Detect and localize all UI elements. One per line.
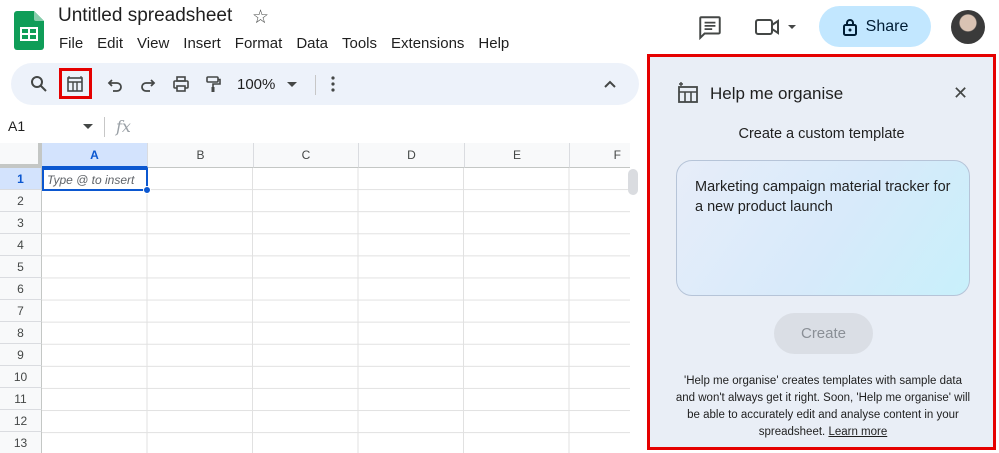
- menu-edit[interactable]: Edit: [90, 33, 130, 54]
- row-header-2[interactable]: 2: [0, 190, 42, 212]
- row-header-11[interactable]: 11: [0, 388, 42, 410]
- fx-icon: fx: [116, 117, 131, 136]
- fill-handle[interactable]: [143, 186, 151, 194]
- column-header-a[interactable]: A: [42, 143, 148, 168]
- menu-file[interactable]: File: [52, 33, 90, 54]
- sheet-grid[interactable]: A B C D E F 1 2 3 4 5 6 7 8 9 10 11 12 1…: [0, 143, 630, 453]
- column-header-d[interactable]: D: [359, 143, 465, 168]
- learn-more-link[interactable]: Learn more: [828, 426, 887, 438]
- row-header-13[interactable]: 13: [0, 432, 42, 453]
- column-header-f[interactable]: F: [570, 143, 630, 168]
- search-icon[interactable]: [27, 63, 51, 105]
- column-header-c[interactable]: C: [254, 143, 359, 168]
- close-icon[interactable]: ✕: [953, 84, 968, 102]
- redo-icon[interactable]: [136, 63, 160, 105]
- paint-format-icon[interactable]: [201, 63, 225, 105]
- share-button[interactable]: Share: [819, 6, 931, 47]
- menu-extensions[interactable]: Extensions: [384, 33, 471, 54]
- menu-help[interactable]: Help: [471, 33, 516, 54]
- prompt-input[interactable]: Marketing campaign material tracker for …: [676, 160, 970, 296]
- sheets-logo-icon[interactable]: [14, 11, 44, 50]
- row-header-6[interactable]: 6: [0, 278, 42, 300]
- row-header-8[interactable]: 8: [0, 322, 42, 344]
- disclaimer-text: 'Help me organise' creates templates wit…: [674, 373, 972, 441]
- row-header-9[interactable]: 9: [0, 344, 42, 366]
- select-all-corner[interactable]: [0, 143, 42, 168]
- highlight-box: [59, 68, 92, 99]
- zoom-value: 100%: [237, 75, 276, 93]
- avatar[interactable]: [951, 10, 985, 44]
- column-header-e[interactable]: E: [465, 143, 570, 168]
- menu-format[interactable]: Format: [228, 33, 290, 54]
- share-label: Share: [865, 17, 909, 35]
- toolbar-divider: [315, 75, 316, 95]
- cell-placeholder: Type @ to insert: [47, 173, 135, 187]
- row-header-12[interactable]: 12: [0, 410, 42, 432]
- row-header-3[interactable]: 3: [0, 212, 42, 234]
- help-me-organise-panel: Help me organise ✕ Create a custom templ…: [647, 54, 996, 450]
- formula-divider: [104, 117, 105, 137]
- zoom-select[interactable]: 100%: [237, 63, 307, 105]
- star-icon[interactable]: ☆: [252, 6, 269, 29]
- doc-title[interactable]: Untitled spreadsheet: [58, 5, 232, 27]
- lock-icon: [842, 18, 857, 36]
- panel-subtitle: Create a custom template: [738, 126, 905, 142]
- comment-icon[interactable]: [697, 14, 723, 41]
- row-header-10[interactable]: 10: [0, 366, 42, 388]
- undo-icon[interactable]: [103, 63, 127, 105]
- row-header-5[interactable]: 5: [0, 256, 42, 278]
- more-options-icon[interactable]: [323, 63, 343, 105]
- menu-bar: File Edit View Insert Format Data Tools …: [52, 33, 516, 54]
- disclaimer-body: 'Help me organise' creates templates wit…: [675, 375, 971, 438]
- create-button[interactable]: Create: [774, 313, 873, 354]
- row-header-1[interactable]: 1: [0, 168, 42, 190]
- row-header-7[interactable]: 7: [0, 300, 42, 322]
- chevron-up-icon[interactable]: [598, 63, 622, 105]
- column-header-b[interactable]: B: [148, 143, 254, 168]
- cell-area[interactable]: [42, 168, 630, 453]
- menu-insert[interactable]: Insert: [176, 33, 228, 54]
- chevron-down-icon: [287, 81, 298, 87]
- menu-data[interactable]: Data: [289, 33, 335, 54]
- video-call-icon[interactable]: [753, 14, 799, 40]
- name-box[interactable]: A1: [8, 118, 25, 134]
- row-header-4[interactable]: 4: [0, 234, 42, 256]
- menu-view[interactable]: View: [130, 33, 176, 54]
- chevron-down-icon[interactable]: [83, 124, 93, 129]
- toolbar: 100%: [11, 63, 639, 105]
- table-sparkle-icon: [677, 82, 699, 109]
- active-cell-a1[interactable]: Type @ to insert: [42, 168, 148, 191]
- panel-title: Help me organise: [710, 84, 844, 103]
- menu-tools[interactable]: Tools: [335, 33, 384, 54]
- print-icon[interactable]: [169, 63, 193, 105]
- vertical-scrollbar[interactable]: [628, 169, 638, 195]
